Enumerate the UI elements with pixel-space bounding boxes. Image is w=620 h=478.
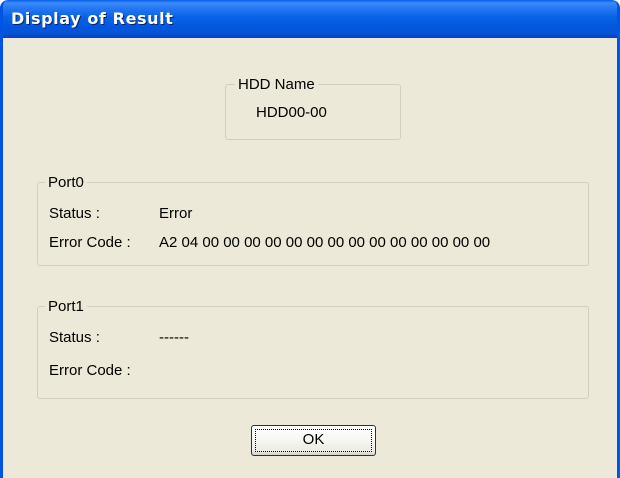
port0-group-label: Port0 xyxy=(45,174,87,191)
port1-group: Port1 Status : ------ Error Code : xyxy=(37,298,589,399)
title-bar[interactable]: Display of Result xyxy=(3,0,617,38)
window-title: Display of Result xyxy=(11,9,174,28)
port0-error-code-value: A2 04 00 00 00 00 00 00 00 00 00 00 00 0… xyxy=(159,234,491,251)
port0-status-value: Error xyxy=(159,205,193,222)
result-dialog: Display of Result HDD Name HDD00-00 Port… xyxy=(0,0,620,478)
ok-button-label: OK xyxy=(302,431,325,448)
hdd-name-group-label: HDD Name xyxy=(235,76,318,93)
port1-status-label: Status : xyxy=(49,329,100,346)
hdd-name-group: HDD Name HDD00-00 xyxy=(225,76,401,140)
hdd-name-value: HDD00-00 xyxy=(256,104,327,121)
port1-group-label: Port1 xyxy=(45,298,87,315)
port0-group: Port0 Status : Error Error Code : A2 04 … xyxy=(37,174,589,266)
port1-status-value: ------ xyxy=(159,329,189,346)
ok-button[interactable]: OK xyxy=(251,425,376,456)
port1-error-code-label: Error Code : xyxy=(49,362,131,379)
port0-error-code-label: Error Code : xyxy=(49,234,131,251)
dialog-body: HDD Name HDD00-00 Port0 Status : Error E… xyxy=(3,38,617,478)
port0-status-label: Status : xyxy=(49,205,100,222)
